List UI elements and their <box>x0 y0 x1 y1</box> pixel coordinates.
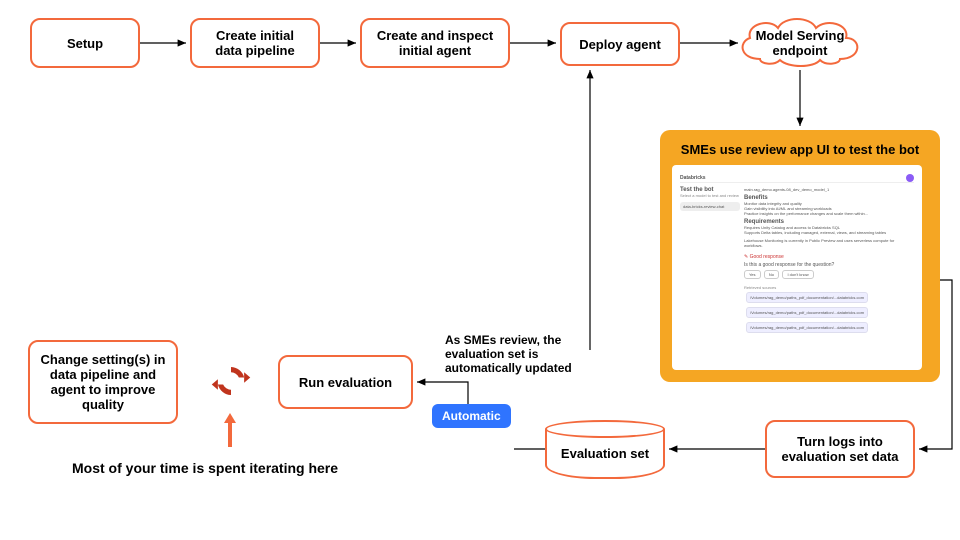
sme-note: As SMEs review, the evaluation set is au… <box>445 333 615 375</box>
mock-path: main.rag_demo.agents-08_dev_demo_model_1 <box>744 187 914 192</box>
mock-chip-3: /Volumes/rag_demo/paths_pdf_documentatio… <box>746 322 868 333</box>
mock-good: Good response <box>750 254 784 260</box>
node-eval-set-cylinder: Evaluation set <box>545 420 665 479</box>
node-turn-logs: Turn logs into evaluation set data <box>765 420 915 478</box>
iteration-caption: Most of your time is spent iterating her… <box>72 460 338 476</box>
node-change-settings-label: Change setting(s) in data pipeline and a… <box>40 352 166 412</box>
node-deploy: Deploy agent <box>560 22 680 66</box>
node-create-agent-label: Create and inspect initial agent <box>372 28 498 58</box>
mock-idk: I don't know <box>782 270 813 279</box>
mock-yes: Yes <box>744 270 761 279</box>
review-app-panel: SMEs use review app UI to test the bot D… <box>660 130 940 382</box>
node-setup: Setup <box>30 18 140 68</box>
node-create-pipeline-label: Create initial data pipeline <box>202 28 308 58</box>
mock-footnote: Lakehouse Monitoring is currently in Pub… <box>744 238 914 248</box>
mock-chip-2: /Volumes/rag_demo/paths_pdf_documentatio… <box>746 307 868 318</box>
avatar-icon <box>906 174 914 182</box>
node-serving-cloud: Model Serving endpoint <box>730 14 870 70</box>
node-setup-label: Setup <box>67 36 103 51</box>
node-turn-logs-label: Turn logs into evaluation set data <box>777 434 903 464</box>
mock-side-sub: Select a model to test and review <box>680 193 740 198</box>
node-run-eval-label: Run evaluation <box>299 375 392 390</box>
node-create-agent: Create and inspect initial agent <box>360 18 510 68</box>
mock-b3: Practice insights on the performance cha… <box>744 211 914 216</box>
mock-header: Databricks <box>680 175 706 181</box>
mock-r2: Supports Delta tables, including managed… <box>744 230 914 235</box>
mock-prompt: Is this a good response for the question… <box>744 262 914 268</box>
mock-side-button: data-bricks-review-chat <box>680 202 740 211</box>
node-create-pipeline: Create initial data pipeline <box>190 18 320 68</box>
cycle-icon <box>210 360 252 402</box>
node-change-settings: Change setting(s) in data pipeline and a… <box>28 340 178 424</box>
mock-chip-1: /Volumes/rag_demo/paths_pdf_documentatio… <box>746 292 868 303</box>
automatic-tag-label: Automatic <box>442 409 501 423</box>
automatic-tag: Automatic <box>432 404 511 428</box>
mock-no: No <box>764 270 779 279</box>
node-run-eval: Run evaluation <box>278 355 413 409</box>
node-serving-label: Model Serving endpoint <box>730 14 870 58</box>
node-deploy-label: Deploy agent <box>579 37 661 52</box>
review-app-mock: Databricks Test the bot Select a model t… <box>672 165 922 370</box>
node-eval-set-label: Evaluation set <box>561 446 649 461</box>
up-arrow-icon <box>222 413 238 452</box>
review-app-title: SMEs use review app UI to test the bot <box>672 142 928 157</box>
